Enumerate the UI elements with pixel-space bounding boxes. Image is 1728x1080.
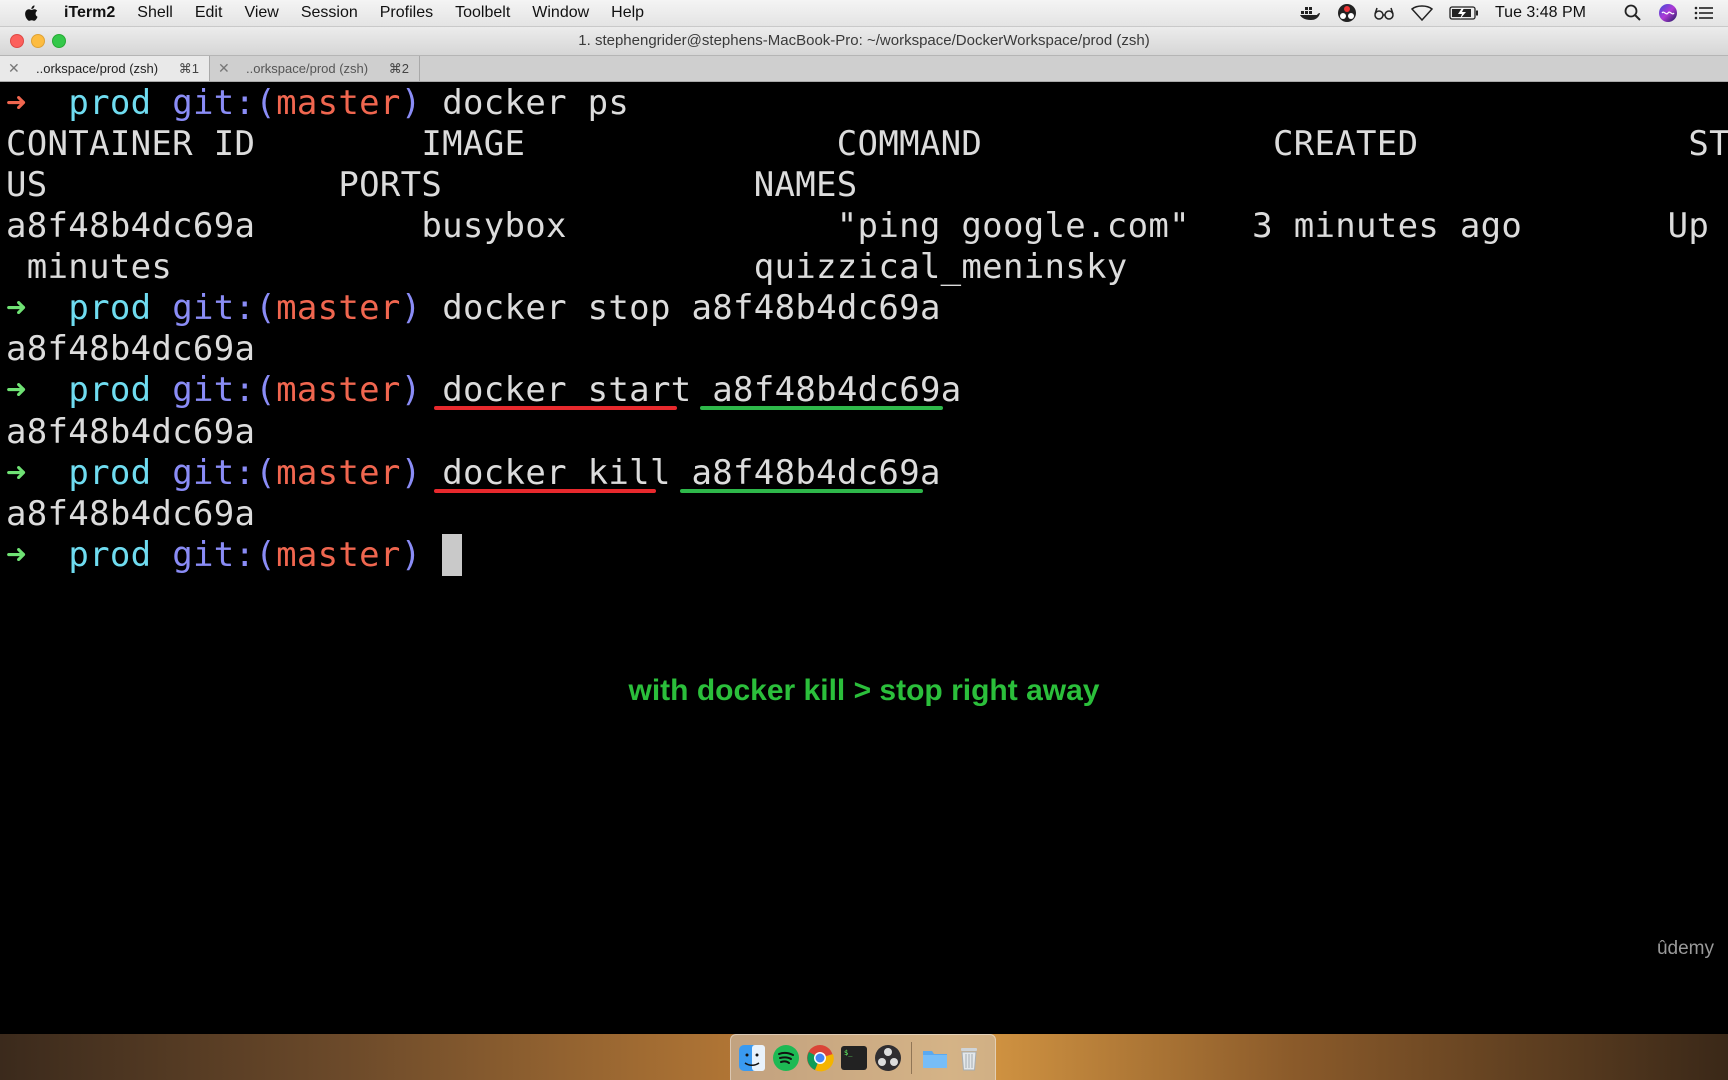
- command-output: a8f48b4dc69a: [6, 329, 256, 369]
- prompt-branch: master: [276, 288, 401, 328]
- svg-text:$_: $_: [844, 1049, 853, 1057]
- red-underline-command: [434, 406, 677, 410]
- docker-ps-header-wrap: US PORTS NAMES: [6, 165, 858, 205]
- command-container-id: a8f48b4dc69a: [712, 370, 962, 410]
- list-icon[interactable]: [1694, 5, 1714, 21]
- green-underline-id: [700, 406, 943, 410]
- tab-shortcut: ⌘1: [178, 60, 199, 76]
- finder-icon[interactable]: [737, 1043, 767, 1073]
- prompt-git-prefix: git:(: [172, 535, 277, 575]
- prompt-dir: prod: [68, 288, 152, 328]
- annotation-text: with docker kill > stop right away: [628, 674, 1100, 707]
- command-verb: docker start: [442, 370, 692, 410]
- prompt-dir: prod: [68, 453, 152, 493]
- prompt-git-suffix: ): [400, 83, 422, 123]
- dock: $_: [730, 1034, 996, 1080]
- folder-icon[interactable]: [920, 1043, 950, 1073]
- prompt-dir: prod: [68, 370, 152, 410]
- prompt-git-prefix: git:(: [172, 288, 277, 328]
- menu-profiles[interactable]: Profiles: [380, 4, 433, 22]
- text-cursor[interactable]: [442, 534, 463, 576]
- prompt-branch: master: [276, 370, 401, 410]
- trash-icon[interactable]: [954, 1043, 984, 1073]
- prompt-arrow-icon: ➜: [6, 370, 27, 410]
- red-underline-command: [434, 489, 656, 493]
- menu-session[interactable]: Session: [301, 4, 358, 22]
- prompt-branch: master: [276, 535, 401, 575]
- prompt-arrow-icon: ➜: [6, 535, 27, 575]
- prompt-arrow-icon: ➜: [6, 288, 27, 328]
- terminal-line: ➜ prod git:(master) docker kill a8f48b4d…: [6, 452, 941, 494]
- terminal-line: ➜ prod git:(master) docker start a8f48b4…: [6, 369, 962, 411]
- obs-icon[interactable]: [873, 1043, 903, 1073]
- command-output: a8f48b4dc69a: [6, 412, 256, 452]
- window-title-bar[interactable]: 1. stephengrider@stephens-MacBook-Pro: ~…: [0, 27, 1728, 56]
- docker-ps-row-wrap: minutes quizzical_meninsky: [6, 247, 1128, 287]
- tab-label: ..orkspace/prod (zsh): [246, 61, 369, 76]
- search-icon[interactable]: [1624, 4, 1642, 22]
- command-text: docker stop a8f48b4dc69a: [442, 288, 941, 328]
- chrome-icon[interactable]: [805, 1043, 835, 1073]
- dock-separator: [911, 1041, 912, 1074]
- terminal-pane[interactable]: ➜ prod git:(master) docker ps CONTAINER …: [0, 82, 1728, 1034]
- prompt-dir: prod: [68, 535, 152, 575]
- udemy-watermark: ûdemy: [1656, 938, 1714, 959]
- prompt-branch: master: [276, 453, 401, 493]
- command-container-id: a8f48b4dc69a: [691, 453, 941, 493]
- close-tab-icon[interactable]: ✕: [218, 60, 234, 77]
- tab-1[interactable]: ✕ ..orkspace/prod (zsh) ⌘1: [0, 56, 210, 81]
- status-area: Tue 3:48 PM: [1283, 0, 1714, 26]
- tab-label: ..orkspace/prod (zsh): [36, 61, 159, 76]
- prompt-git-suffix: ): [400, 288, 422, 328]
- menu-toolbelt[interactable]: Toolbelt: [455, 4, 510, 22]
- prompt-branch: master: [276, 83, 401, 123]
- prompt-git-prefix: git:(: [172, 370, 277, 410]
- tab-bar: ✕ ..orkspace/prod (zsh) ⌘1 ✕ ..orkspace/…: [0, 56, 1728, 82]
- battery-icon[interactable]: [1449, 6, 1479, 20]
- prompt-dir: prod: [68, 83, 152, 123]
- prompt-arrow-icon: ➜: [6, 453, 27, 493]
- menu-app-name[interactable]: iTerm2: [64, 4, 115, 22]
- obs-icon[interactable]: [1337, 3, 1357, 23]
- terminal-icon[interactable]: $_: [839, 1043, 869, 1073]
- menu-help[interactable]: Help: [611, 4, 644, 22]
- docker-ps-row: a8f48b4dc69a busybox "ping google.com" 3…: [6, 206, 1728, 246]
- spotify-icon[interactable]: [771, 1043, 801, 1073]
- prompt-git-suffix: ): [400, 370, 422, 410]
- close-tab-icon[interactable]: ✕: [8, 60, 24, 77]
- prompt-git-suffix: ): [400, 453, 422, 493]
- glasses-icon[interactable]: [1373, 6, 1395, 20]
- window-title: 1. stephengrider@stephens-MacBook-Pro: ~…: [578, 32, 1150, 49]
- tab-2[interactable]: ✕ ..orkspace/prod (zsh) ⌘2: [210, 56, 420, 81]
- terminal-line-current[interactable]: ➜ prod git:(master): [6, 534, 463, 576]
- menu-bar: iTerm2 Shell Edit View Session Profiles …: [0, 0, 1728, 27]
- menu-shell[interactable]: Shell: [137, 4, 173, 22]
- menu-view[interactable]: View: [244, 4, 278, 22]
- siri-icon[interactable]: [1658, 3, 1678, 23]
- command-text: docker ps: [442, 83, 630, 123]
- green-underline-id: [680, 489, 923, 493]
- prompt-arrow-error-icon: ➜: [6, 83, 27, 123]
- apple-icon[interactable]: [22, 3, 42, 23]
- menu-edit[interactable]: Edit: [195, 4, 223, 22]
- command-verb: docker kill: [442, 453, 671, 493]
- menu-window[interactable]: Window: [532, 4, 589, 22]
- command-output: a8f48b4dc69a: [6, 494, 256, 534]
- terminal-line: ➜ prod git:(master) docker stop a8f48b4d…: [6, 287, 941, 329]
- wifi-icon[interactable]: [1410, 5, 1433, 21]
- menubar-clock[interactable]: Tue 3:48 PM: [1495, 4, 1586, 22]
- prompt-git-suffix: ): [400, 535, 422, 575]
- docker-icon[interactable]: [1299, 4, 1321, 22]
- prompt-git-prefix: git:(: [172, 453, 277, 493]
- tab-shortcut: ⌘2: [388, 60, 409, 76]
- prompt-git-prefix: git:(: [172, 83, 277, 123]
- terminal-line: ➜ prod git:(master) docker ps: [6, 82, 629, 124]
- docker-ps-header: CONTAINER ID IMAGE COMMAND CREATED STAT: [6, 124, 1728, 164]
